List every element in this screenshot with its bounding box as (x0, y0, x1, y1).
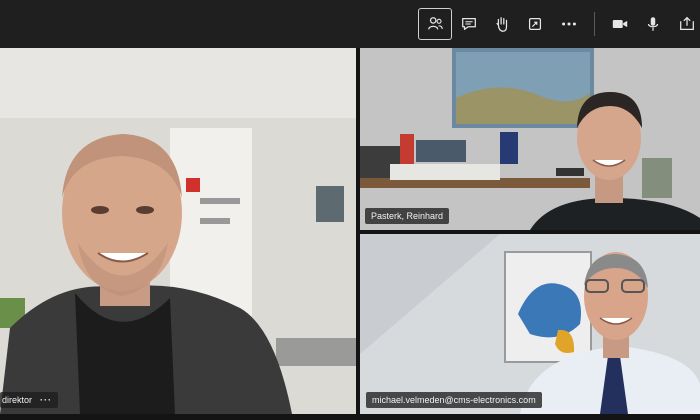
participants-button[interactable] (418, 8, 452, 40)
participant-more-icon[interactable]: ··· (40, 395, 52, 405)
share-tray-button[interactable] (518, 8, 552, 40)
participant-name-tag: michael.velmeden@cms-electronics.com (366, 392, 542, 408)
video-tile-main[interactable]: direktor ··· (0, 48, 356, 414)
microphone-button[interactable] (636, 8, 670, 40)
participant-name: direktor (2, 395, 33, 405)
more-options-button[interactable] (552, 8, 586, 40)
share-screen-icon (680, 16, 694, 31)
video-tile-top-right[interactable]: Pasterk, Reinhard (360, 48, 700, 230)
participant-name-tag: Pasterk, Reinhard (365, 208, 450, 224)
bottom-right-video-feed (360, 234, 700, 414)
more-options-icon (562, 22, 576, 26)
raise-hand-button[interactable] (485, 8, 519, 40)
main-video-feed (0, 48, 356, 414)
participant-name: Pasterk, Reinhard (371, 211, 444, 221)
stage-bottom-border (0, 414, 700, 420)
participant-name-tag: direktor ··· (0, 392, 59, 408)
participants-icon (428, 17, 443, 30)
meeting-toolbar (0, 0, 700, 48)
raise-hand-icon (496, 17, 508, 32)
camera-icon (612, 19, 628, 29)
share-screen-button[interactable] (670, 8, 700, 40)
video-tile-bottom-right[interactable]: michael.velmeden@cms-electronics.com (360, 234, 700, 414)
participant-name: michael.velmeden@cms-electronics.com (372, 395, 536, 405)
meeting-window: direktor ··· Pasterk, Reinhard michael.v… (0, 0, 700, 420)
chat-icon (462, 17, 476, 31)
microphone-icon (647, 17, 659, 31)
toolbar-divider (594, 12, 595, 36)
top-right-video-feed (360, 48, 700, 230)
chat-button[interactable] (452, 8, 486, 40)
camera-button[interactable] (603, 8, 637, 40)
share-tray-icon (528, 17, 542, 31)
